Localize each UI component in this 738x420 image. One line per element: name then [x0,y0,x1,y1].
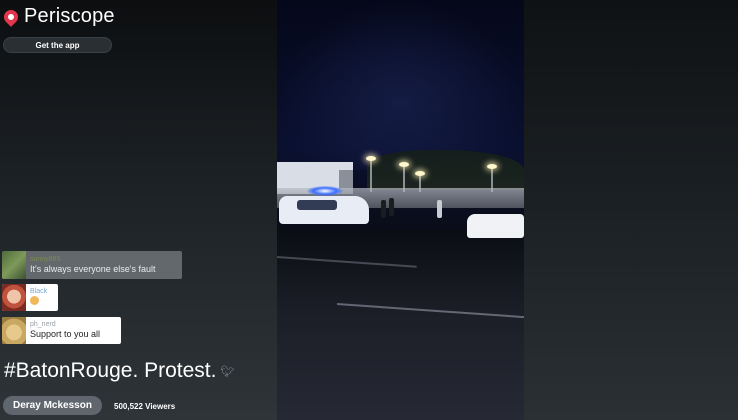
chat-comment: Black [2,284,58,311]
get-app-button[interactable]: Get the app [3,37,112,53]
video-car [467,214,524,238]
broadcast-title: #BatonRouge. Protest. [4,359,217,382]
app-name: Periscope [24,5,115,27]
video-car-window [297,200,337,210]
video-person [381,200,386,218]
viewer-count: 500,522 Viewers [114,402,176,411]
comment-username: sunny865 [30,255,61,263]
video-trees [367,150,524,190]
video-person [437,200,442,218]
avatar [2,284,26,311]
host-name-button[interactable]: Deray Mckesson [3,396,102,415]
avatar [2,317,26,344]
video-police-light [307,186,343,196]
right-backdrop [524,0,738,420]
chat-comment: sunny865 It's always everyone else's fau… [2,251,182,279]
broadcast-title-row: #BatonRouge. Protest. 🐦︎ [4,359,234,383]
video-sky [277,0,524,170]
video-lamp-light [399,162,409,167]
video-lamp-light [487,164,497,169]
left-backdrop [0,0,278,420]
chat-comment: ph_nerd Support to you all [2,317,121,344]
periscope-pin-icon [1,6,21,27]
video-lamp-light [366,156,376,161]
emoji-icon [30,295,39,305]
comment-text [30,295,47,308]
video-lamp-light [415,171,425,176]
periscope-logo[interactable]: Periscope [1,5,115,28]
comment-username: Black [30,287,48,295]
comment-username: ph_nerd [30,321,56,328]
video-person [389,198,394,216]
comment-text: Support to you all [30,329,101,339]
twitter-bird-icon[interactable]: 🐦︎ [220,365,234,378]
comment-text: It's always everyone else's fault [30,263,156,274]
video-stream[interactable] [277,0,524,420]
avatar [2,251,26,279]
